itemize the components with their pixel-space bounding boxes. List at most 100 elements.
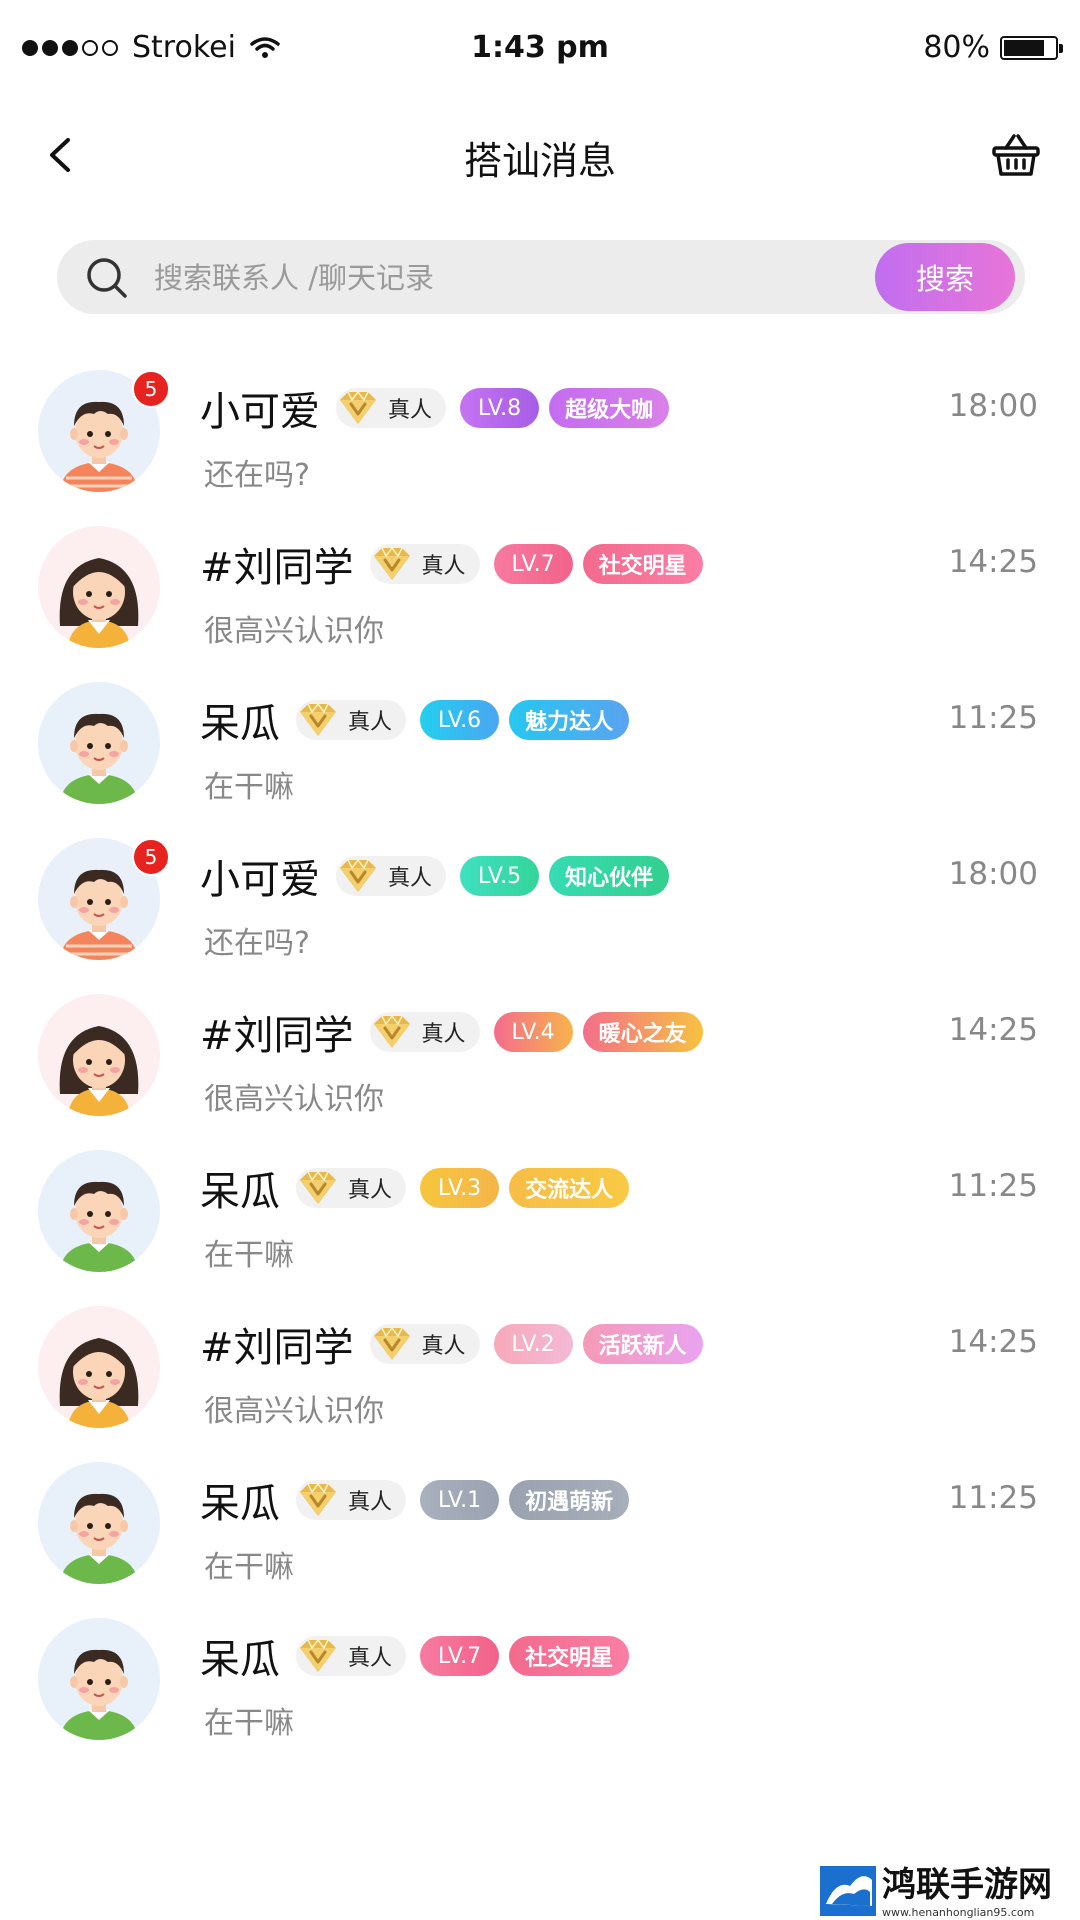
battery-icon bbox=[1000, 35, 1063, 60]
crown-diamond-icon bbox=[373, 1326, 410, 1360]
crown-diamond-icon bbox=[373, 546, 410, 580]
chat-item[interactable]: #刘同学 真人 LV.7 社交明星 14:25 很高兴认识你 bbox=[0, 516, 1080, 676]
chat-name-row: 小可爱 真人 LV.8 超级大咖 bbox=[200, 380, 670, 436]
rank-title-badge: 暖心之友 bbox=[582, 1012, 703, 1052]
status-time: 1:43 pm bbox=[471, 30, 609, 65]
status-bar: Strokei 1:43 pm 80% bbox=[0, 0, 1080, 100]
rank-title-badge: 超级大咖 bbox=[549, 388, 670, 428]
watermark-logo-icon bbox=[820, 1866, 876, 1916]
verified-real-label: 真人 bbox=[348, 710, 393, 735]
level-badge: LV.6 bbox=[420, 700, 500, 740]
status-right: 80% bbox=[923, 30, 1063, 65]
unread-count-badge: 5 bbox=[132, 838, 170, 876]
chat-name: 小可爱 bbox=[200, 857, 320, 903]
search-button[interactable]: 搜索 bbox=[875, 243, 1015, 311]
watermark-title: 鸿联手游网 bbox=[882, 1865, 1052, 1905]
chat-time: 14:25 bbox=[948, 544, 1038, 580]
chat-time: 18:00 bbox=[948, 388, 1038, 424]
verified-real-label: 真人 bbox=[388, 398, 433, 423]
chat-time: 11:25 bbox=[948, 700, 1038, 736]
chat-last-message: 还在吗? bbox=[204, 458, 310, 493]
verified-real-label: 真人 bbox=[348, 1490, 393, 1515]
chat-last-message: 在干嘛 bbox=[204, 770, 294, 805]
level-badge: LV.7 bbox=[493, 544, 573, 584]
verified-real-badge: 真人 bbox=[296, 700, 407, 740]
chat-item[interactable]: 呆瓜 真人 LV.1 初遇萌新 11:25 在干嘛 bbox=[0, 1452, 1080, 1612]
verified-real-badge: 真人 bbox=[369, 1012, 480, 1052]
verified-real-label: 真人 bbox=[421, 1022, 466, 1047]
avatar[interactable] bbox=[38, 994, 160, 1116]
chat-item[interactable]: 呆瓜 真人 LV.7 社交明星 在干嘛 bbox=[0, 1608, 1080, 1768]
rank-title-badge: 社交明星 bbox=[509, 1636, 630, 1676]
nav-bar: 搭讪消息 bbox=[0, 110, 1080, 200]
chat-name-row: #刘同学 真人 LV.7 社交明星 bbox=[200, 536, 703, 592]
chat-time: 14:25 bbox=[948, 1012, 1038, 1048]
level-badge: LV.7 bbox=[420, 1636, 500, 1676]
chat-item[interactable]: 呆瓜 真人 LV.3 交流达人 11:25 在干嘛 bbox=[0, 1140, 1080, 1300]
unread-count-badge: 5 bbox=[132, 370, 170, 408]
rank-title-badge: 初遇萌新 bbox=[509, 1480, 630, 1520]
verified-real-badge: 真人 bbox=[336, 388, 447, 428]
verified-real-badge: 真人 bbox=[296, 1636, 407, 1676]
chat-time: 18:00 bbox=[948, 856, 1038, 892]
basket-icon[interactable] bbox=[990, 130, 1042, 180]
verified-real-badge: 真人 bbox=[336, 856, 447, 896]
level-badge: LV.5 bbox=[460, 856, 540, 896]
chat-last-message: 很高兴认识你 bbox=[204, 614, 384, 649]
chat-item[interactable]: 呆瓜 真人 LV.6 魅力达人 11:25 在干嘛 bbox=[0, 672, 1080, 832]
chat-name: 呆瓜 bbox=[200, 701, 280, 747]
level-badge: LV.4 bbox=[493, 1012, 573, 1052]
verified-real-label: 真人 bbox=[421, 554, 466, 579]
verified-real-label: 真人 bbox=[388, 866, 433, 891]
avatar[interactable] bbox=[38, 682, 160, 804]
chat-item[interactable]: #刘同学 真人 LV.2 活跃新人 14:25 很高兴认识你 bbox=[0, 1296, 1080, 1456]
battery-percent: 80% bbox=[923, 30, 990, 65]
verified-real-badge: 真人 bbox=[369, 1324, 480, 1364]
search-icon bbox=[87, 258, 127, 298]
chat-name: 小可爱 bbox=[200, 389, 320, 435]
rank-title-badge: 魅力达人 bbox=[509, 700, 630, 740]
level-badge: LV.8 bbox=[460, 388, 540, 428]
level-badge: LV.2 bbox=[493, 1324, 573, 1364]
level-badge: LV.1 bbox=[420, 1480, 500, 1520]
avatar[interactable] bbox=[38, 1462, 160, 1584]
chat-name: 呆瓜 bbox=[200, 1481, 280, 1527]
avatar[interactable] bbox=[38, 1150, 160, 1272]
chat-item[interactable]: 5 小可爱 真人 LV.8 超级大咖 18:00 还在吗? bbox=[0, 360, 1080, 520]
avatar[interactable] bbox=[38, 1306, 160, 1428]
chat-name: #刘同学 bbox=[200, 1013, 354, 1059]
chat-name-row: 呆瓜 真人 LV.3 交流达人 bbox=[200, 1160, 630, 1216]
rank-title-badge: 交流达人 bbox=[509, 1168, 630, 1208]
chat-last-message: 在干嘛 bbox=[204, 1550, 294, 1585]
chat-last-message: 很高兴认识你 bbox=[204, 1394, 384, 1429]
chat-name: 呆瓜 bbox=[200, 1169, 280, 1215]
page-title: 搭讪消息 bbox=[463, 139, 616, 183]
rank-title-badge: 知心伙伴 bbox=[549, 856, 670, 896]
chat-time: 14:25 bbox=[948, 1324, 1038, 1360]
watermark: 鸿联手游网 www.henanhonglian95.com bbox=[820, 1856, 1070, 1920]
chat-item[interactable]: #刘同学 真人 LV.4 暖心之友 14:25 很高兴认识你 bbox=[0, 984, 1080, 1144]
crown-diamond-icon bbox=[300, 1482, 336, 1516]
verified-real-label: 真人 bbox=[348, 1178, 393, 1203]
crown-diamond-icon bbox=[373, 1014, 410, 1048]
chat-name: #刘同学 bbox=[200, 545, 354, 591]
crown-diamond-icon bbox=[340, 390, 376, 424]
chat-item[interactable]: 5 小可爱 真人 LV.5 知心伙伴 18:00 还在吗? bbox=[0, 828, 1080, 988]
verified-real-label: 真人 bbox=[421, 1334, 466, 1359]
chat-name-row: 呆瓜 真人 LV.6 魅力达人 bbox=[200, 692, 630, 748]
chat-last-message: 在干嘛 bbox=[204, 1238, 294, 1273]
watermark-url: www.henanhonglian95.com bbox=[882, 1906, 1035, 1919]
verified-real-badge: 真人 bbox=[369, 544, 480, 584]
search-input[interactable] bbox=[152, 254, 726, 302]
crown-diamond-icon bbox=[300, 1638, 336, 1672]
chat-last-message: 还在吗? bbox=[204, 926, 310, 961]
chat-name-row: 呆瓜 真人 LV.7 社交明星 bbox=[200, 1628, 630, 1684]
avatar[interactable] bbox=[38, 526, 160, 648]
rank-title-badge: 社交明星 bbox=[582, 544, 703, 584]
avatar[interactable] bbox=[38, 1618, 160, 1740]
crown-diamond-icon bbox=[300, 1170, 336, 1204]
level-badge: LV.3 bbox=[420, 1168, 500, 1208]
crown-diamond-icon bbox=[300, 702, 336, 736]
rank-title-badge: 活跃新人 bbox=[582, 1324, 703, 1364]
chat-name-row: #刘同学 真人 LV.4 暖心之友 bbox=[200, 1004, 703, 1060]
